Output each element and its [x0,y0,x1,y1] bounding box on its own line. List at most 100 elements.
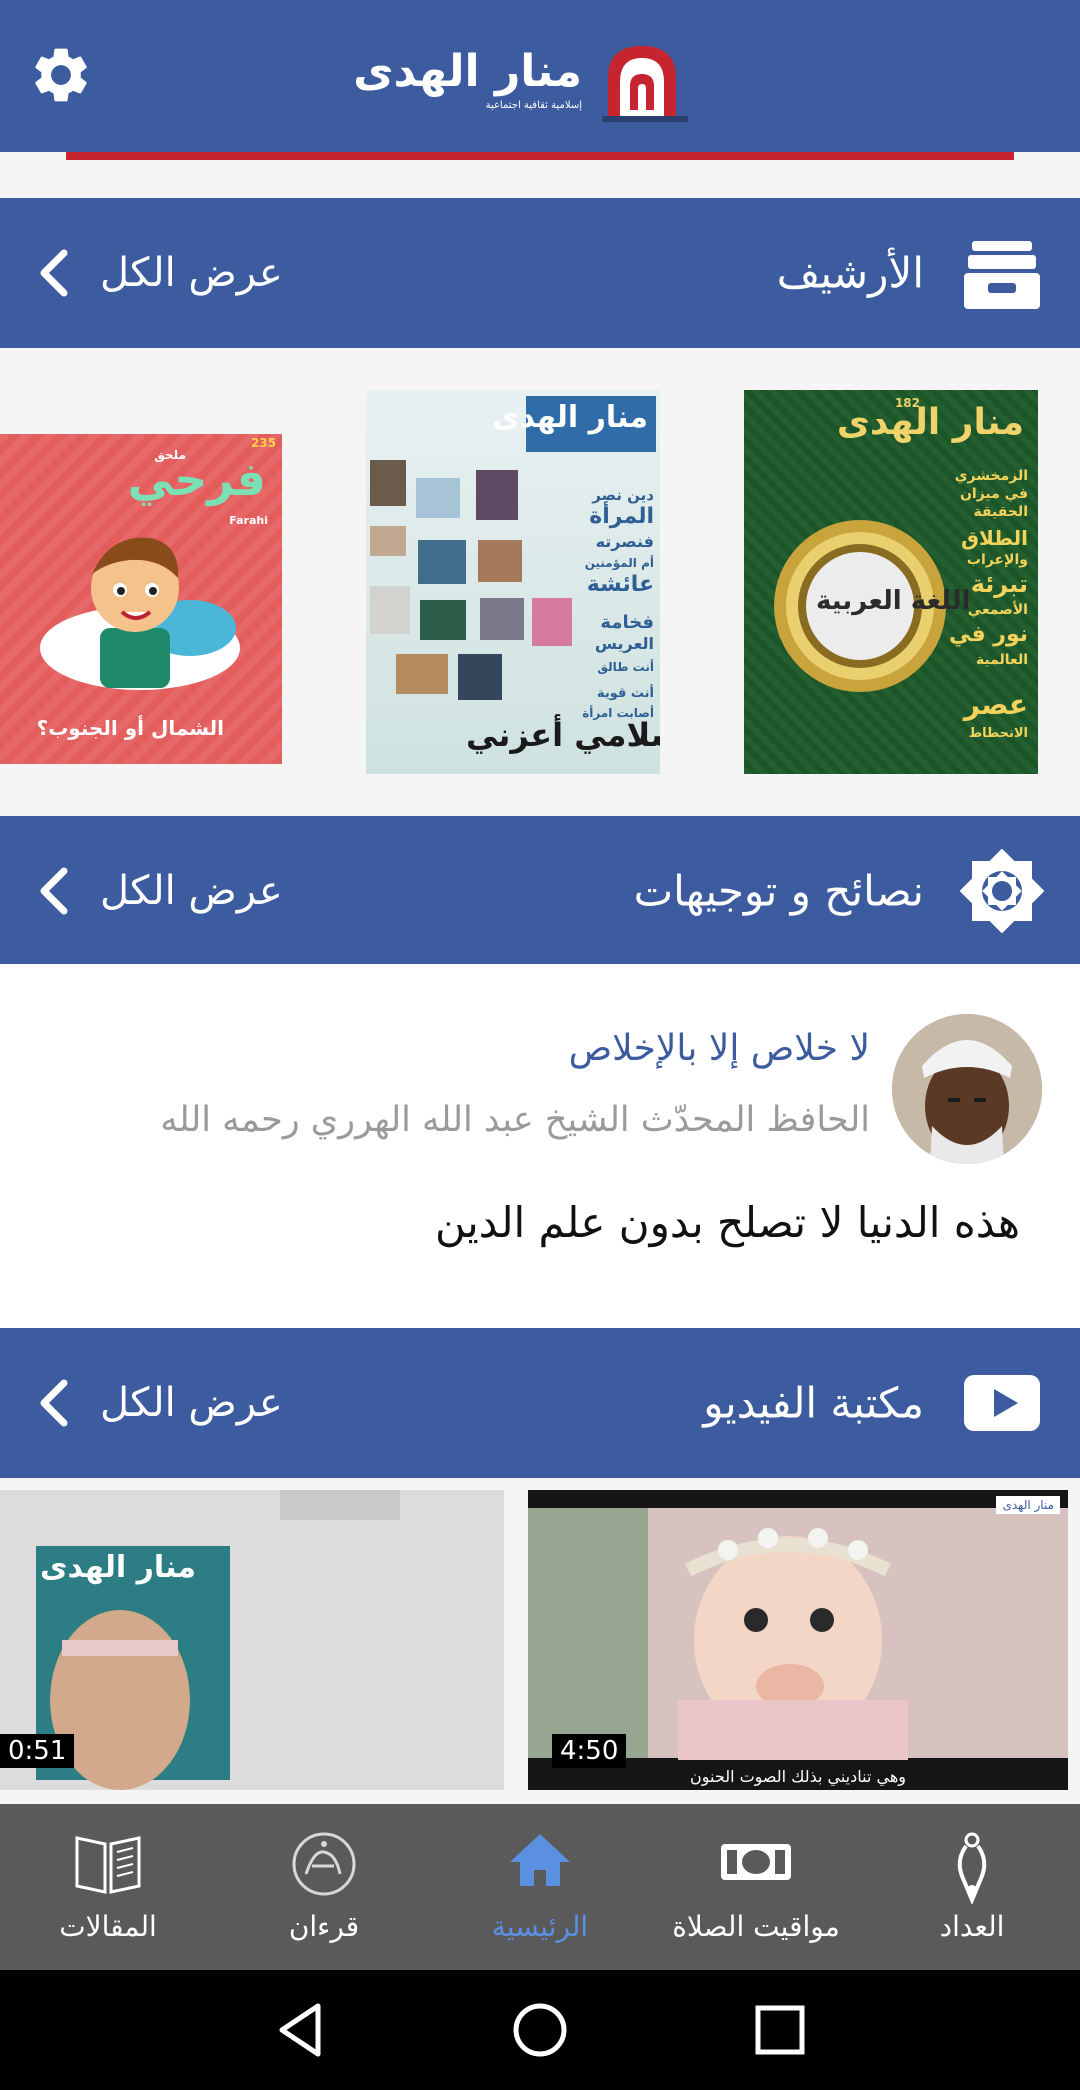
logo-mark-icon [602,46,688,122]
cover-headline: العريس [594,634,654,653]
settings-gear-icon[interactable] [28,42,94,108]
cover-photo [396,654,448,694]
archive-title: الأرشيف [776,248,924,298]
home-circle-icon[interactable] [510,2000,570,2060]
cover-seal-text: اللغة العربية [816,586,971,616]
cover-photo [420,600,466,640]
cover-headline: أنت طالق [597,660,654,674]
tasbih-icon [957,1832,987,1904]
advice-title: نصائح و توجيهات [633,866,924,916]
video-caption: وهي تناديني بذلك الصوت الحنون [690,1767,906,1786]
nav-label: العداد [939,1910,1005,1943]
advice-section-header[interactable]: نصائح و توجيهات عرض الكل [0,816,1080,966]
author-avatar [892,1014,1042,1164]
cover-masthead: فرحي [127,452,266,506]
magazine-cover[interactable]: منار الهدى دين نصر المرأة فنصرته أم المؤ… [366,390,660,774]
cover-caption: الشمال أو الجنوب؟ [36,716,224,740]
logo-subtitle: إسلامية ثقافية اجتماعية [485,100,582,111]
cover-headline: الزمخشري [954,468,1028,484]
nav-label: مواقيت الصلاة [672,1910,840,1943]
video-carousel[interactable]: منار الهدى وهي تناديني بذلك الصوت الحنون… [0,1478,1080,1798]
cover-headline: الحقيقة [973,504,1028,520]
cover-headline: الانحطاط [968,726,1028,741]
magazine-cover-photo-illustration [0,1490,504,1790]
cover-headline: نور في [948,622,1028,647]
archive-drawer-icon [964,241,1040,309]
cover-headline: الطلاق [961,526,1028,550]
chevron-left-icon[interactable] [36,865,72,917]
cover-headline: الأصمعي [967,602,1028,618]
video-section-header[interactable]: مكتبة الفيديو عرض الكل [0,1328,1080,1478]
chevron-left-icon[interactable] [36,1377,72,1429]
nav-item-home[interactable]: الرئيسية [432,1804,648,1970]
archive-carousel[interactable]: منار الهدى 182 الزمخشري في ميزان الحقيقة… [0,348,1080,814]
cover-photo [418,540,466,584]
nav-item-articles[interactable]: المقالات [0,1804,216,1970]
app-header: منار الهدى إسلامية ثقافية اجتماعية [0,0,1080,152]
cover-masthead: منار الهدى [492,400,648,435]
nav-label: الرئيسية [491,1910,589,1943]
quran-icon [292,1832,356,1896]
advice-item-author: الحافظ المحدّث الشيخ عبد الله الهرري رحم… [160,1100,870,1140]
channel-badge: منار الهدى [996,1496,1060,1514]
cover-headline: المرأة [589,504,654,529]
cover-photo [458,654,502,700]
nav-label: قرءان [288,1910,360,1943]
back-triangle-icon[interactable] [270,2000,330,2060]
magazine-cover[interactable]: 235 ملحق فرحي Farahi الشمال أو الجنوب؟ [0,434,282,764]
video-duration: 0:51 [0,1734,75,1768]
advice-item-title[interactable]: لا خلاص إلا بالإخلاص [569,1028,870,1069]
prayer-times-icon [721,1844,791,1880]
cover-headline: أنت قوية [596,686,654,701]
cover-headline: فنصرته [595,532,654,551]
video-see-all[interactable]: عرض الكل [100,1380,283,1426]
cover-photo [370,526,406,556]
magazine-cover[interactable]: منار الهدى 182 الزمخشري في ميزان الحقيقة… [744,390,1038,774]
recents-square-icon[interactable] [750,2000,810,2060]
video-title: مكتبة الفيديو [703,1378,924,1428]
header-accent-line [66,152,1014,160]
archive-section-header[interactable]: الأرشيف عرض الكل [0,198,1080,348]
cover-headline: تبرئة [970,570,1028,598]
nav-label: المقالات [59,1910,157,1943]
chevron-left-icon[interactable] [36,247,72,299]
video-thumbnail[interactable]: منار الهدى 0:51 [0,1490,504,1790]
logo-name: منار الهدى [353,46,582,97]
cover-headline: أم المؤمنين [584,556,654,570]
cover-headline: والإعراب [966,552,1028,568]
cover-footer: إسلامي أعزني [466,716,660,754]
cover-headline: عائشة [586,572,654,597]
cover-photo [476,470,518,520]
sheikh-portrait-illustration [892,1014,1042,1164]
cover-headline: عصر [963,688,1028,721]
cover-photo [370,460,406,506]
cover-issue: 182 [894,396,920,410]
video-play-icon [964,1375,1040,1431]
app-logo: منار الهدى إسلامية ثقافية اجتماعية [353,38,690,124]
cover-photo [478,540,522,582]
star-badge-icon [960,849,1044,933]
advice-see-all[interactable]: عرض الكل [100,868,283,914]
cartoon-boy-illustration [40,537,240,690]
home-icon [510,1834,570,1886]
cover-headline: فخامة [600,612,654,633]
cover-photo [532,598,572,646]
video-thumbnail[interactable]: منار الهدى وهي تناديني بذلك الصوت الحنون… [528,1490,1068,1790]
video-masthead: منار الهدى [40,1550,196,1585]
nav-item-prayer-times[interactable]: مواقيت الصلاة [648,1804,864,1970]
book-icon [75,1836,141,1894]
nav-item-quran[interactable]: قرءان [216,1804,432,1970]
nav-item-counter[interactable]: العداد [864,1804,1080,1970]
advice-item-body: هذه الدنيا لا تصلح بدون علم الدين [434,1198,1020,1247]
cover-headline: في ميزان [959,486,1028,502]
advice-card[interactable]: لا خلاص إلا بالإخلاص الحافظ المحدّث الشي… [0,964,1080,1328]
cover-headline: دين نصر [592,486,654,504]
cover-photo [416,478,460,518]
cover-issue: 235 [250,436,276,450]
cover-photo [480,598,524,640]
cover-masthead: منار الهدى [836,402,1024,443]
system-navigation-bar [0,1970,1080,2090]
video-duration: 4:50 [552,1734,627,1768]
archive-see-all[interactable]: عرض الكل [100,250,283,296]
cover-headline: العالمية [975,652,1028,668]
